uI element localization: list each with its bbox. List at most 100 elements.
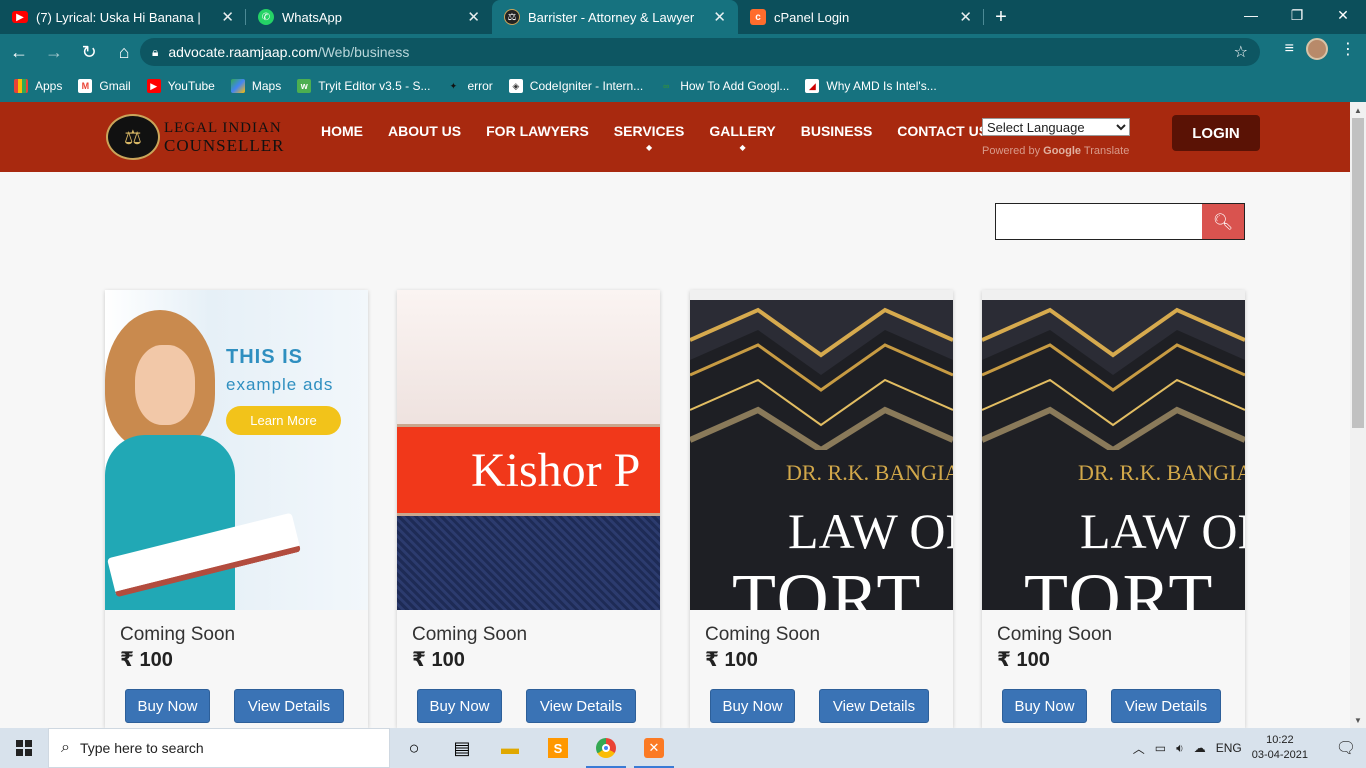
volume-icon[interactable]: 🔉︎ [1176,741,1184,756]
site-logo[interactable]: ⚖ Legal Indian Counseller [106,112,296,162]
product-image-kishor-book[interactable]: Kishor P [397,290,660,610]
tab-barrister[interactable]: ⚖ Barrister - Attorney & Lawyer ✕ [492,0,738,34]
minimize-icon[interactable]: — [1228,0,1274,30]
bookmark-youtube[interactable]: ▶ YouTube [146,79,215,93]
product-price: ₹ 100 [120,649,173,671]
cloud-icon[interactable]: ☁ [1194,741,1206,755]
tab-youtube[interactable]: ▶ (7) Lyrical: Uska Hi Banana | ✕ [0,0,246,34]
task-view-icon[interactable]: ▤ [438,728,486,768]
view-details-button[interactable]: View Details [234,689,344,723]
page-scrollbar[interactable]: ▲ ▼ [1350,102,1366,728]
tab-cpanel[interactable]: c cPanel Login ✕ [738,0,984,34]
scales-icon: ⚖ [106,114,160,160]
language-indicator[interactable]: ENG [1216,741,1242,755]
nav-business[interactable]: BUSINESS [801,123,873,139]
notifications-icon[interactable]: 🗨︎ [1326,728,1366,768]
bookmark-gmail[interactable]: M Gmail [78,79,131,93]
bookmark-star-icon[interactable]: ☆ [1234,42,1248,62]
home-icon[interactable]: ⌂ [108,36,140,68]
buy-now-button[interactable]: Buy Now [125,689,210,723]
avatar[interactable] [1306,38,1328,60]
close-icon[interactable]: ✕ [713,8,726,26]
file-explorer-icon[interactable]: ▬ [486,728,534,768]
tab-whatsapp[interactable]: ✆ WhatsApp ✕ [246,0,492,34]
url-bar[interactable]: 🔒︎ advocate.raamjaap.com/Web/business ☆ [140,38,1260,66]
bookmark-codeigniter[interactable]: ◈ CodeIgniter - Intern... [508,79,643,93]
close-window-icon[interactable]: ✕ [1320,0,1366,30]
close-icon[interactable]: ✕ [959,8,972,26]
login-button[interactable]: LOGIN [1172,115,1260,151]
nav-services[interactable]: SERVICES ◆ [614,123,685,152]
product-image-tort-book[interactable]: DR. R.K. BANGIA LAW OF TORT [690,290,953,610]
product-price: ₹ 100 [997,649,1050,671]
taskbar-search[interactable]: ⌕ Type here to search [48,728,390,768]
close-icon[interactable]: ✕ [467,8,480,26]
buy-now-button[interactable]: Buy Now [1002,689,1087,723]
forward-icon[interactable]: → [38,36,70,68]
product-title: Coming Soon [120,624,236,645]
product-title: Coming Soon [412,624,528,645]
dropdown-indicator-icon: ◆ [645,143,653,152]
search-button[interactable]: 🔍︎ [1202,204,1244,239]
browser-tab-strip: ▶ (7) Lyrical: Uska Hi Banana | ✕ ✆ What… [0,0,1366,34]
tab-title: WhatsApp [282,9,342,25]
nav-contact-us[interactable]: CONTACT US [897,123,988,139]
windows-logo-icon [16,740,32,756]
nav-about-us[interactable]: ABOUT US [388,123,461,139]
product-card: DR. R.K. BANGIA LAW OF TORT Coming Soon … [690,290,953,728]
bookmark-geeks[interactable]: ∞ How To Add Googl... [659,79,789,93]
nav-home[interactable]: HOME [321,123,363,139]
window-controls: — ❐ ✕ [1228,0,1366,34]
media-control-icon[interactable]: ≡ [1285,40,1294,58]
restore-icon[interactable]: ❐ [1274,0,1320,30]
cortana-icon[interactable]: ○ [390,728,438,768]
bookmark-tryit[interactable]: w Tryit Editor v3.5 - S... [297,79,430,93]
product-price: ₹ 100 [412,649,465,671]
system-tray: ︿ ▭ 🔉︎ ☁ ENG 10:22 03-04-2021 🗨︎ [1133,728,1366,768]
clock[interactable]: 10:22 03-04-2021 [1252,733,1308,763]
bookmark-maps[interactable]: Maps [230,79,281,93]
bookmark-apps[interactable]: Apps [14,79,62,93]
cpanel-icon: c [750,9,766,25]
new-tab-button[interactable]: + [984,0,1018,34]
chevron-up-icon[interactable]: ︿ [1133,740,1145,757]
menu-icon[interactable]: ⋮ [1340,39,1356,59]
view-details-button[interactable]: View Details [526,689,636,723]
nav-gallery[interactable]: GALLERY ◆ [709,123,775,152]
product-image-example-ad[interactable]: THIS IS example ads Learn More [105,290,368,610]
start-button[interactable] [0,728,48,768]
buy-now-button[interactable]: Buy Now [710,689,795,723]
scrollbar-thumb[interactable] [1352,118,1364,428]
product-image-tort-book[interactable]: DR. R.K. BANGIA LAW OF TORT [982,290,1245,610]
battery-icon[interactable]: ▭ [1155,741,1166,755]
buy-now-button[interactable]: Buy Now [417,689,502,723]
scroll-down-icon[interactable]: ▼ [1350,712,1366,728]
bookmark-error[interactable]: ✦ error [446,79,493,93]
youtube-icon: ▶ [12,11,28,23]
view-details-button[interactable]: View Details [1111,689,1221,723]
taskbar-search-placeholder: Type here to search [79,740,204,756]
chrome-icon[interactable] [582,728,630,768]
close-icon[interactable]: ✕ [221,8,234,26]
book-author: DR. R.K. BANGIA [1078,460,1245,485]
sublime-icon[interactable]: S [534,728,582,768]
back-icon[interactable]: ← [3,36,35,68]
view-details-button[interactable]: View Details [819,689,929,723]
scroll-up-icon[interactable]: ▲ [1350,102,1366,118]
reload-icon[interactable]: ↻ [73,36,105,68]
search-input[interactable] [996,204,1202,239]
book-title-line2: TORT [1024,559,1215,610]
product-title: Coming Soon [705,624,821,645]
apps-grid-icon [14,79,28,93]
tab-title: (7) Lyrical: Uska Hi Banana | [36,9,201,25]
learn-more-button[interactable]: Learn More [226,406,341,435]
xampp-icon[interactable]: ✕ [630,728,678,768]
nav-for-lawyers[interactable]: FOR LAWYERS [486,123,589,139]
youtube-icon: ▶ [146,79,161,93]
main-nav: HOME ABOUT US FOR LAWYERS SERVICES ◆ GALL… [321,123,1013,152]
language-select[interactable]: Select Language [982,118,1130,136]
ad-subheading: example ads [226,375,334,394]
bookmark-amd[interactable]: ◢ Why AMD Is Intel's... [805,79,937,93]
url-host: advocate.raamjaap.com [168,44,318,60]
language-selector: Select Language Powered by Google Transl… [982,118,1130,157]
